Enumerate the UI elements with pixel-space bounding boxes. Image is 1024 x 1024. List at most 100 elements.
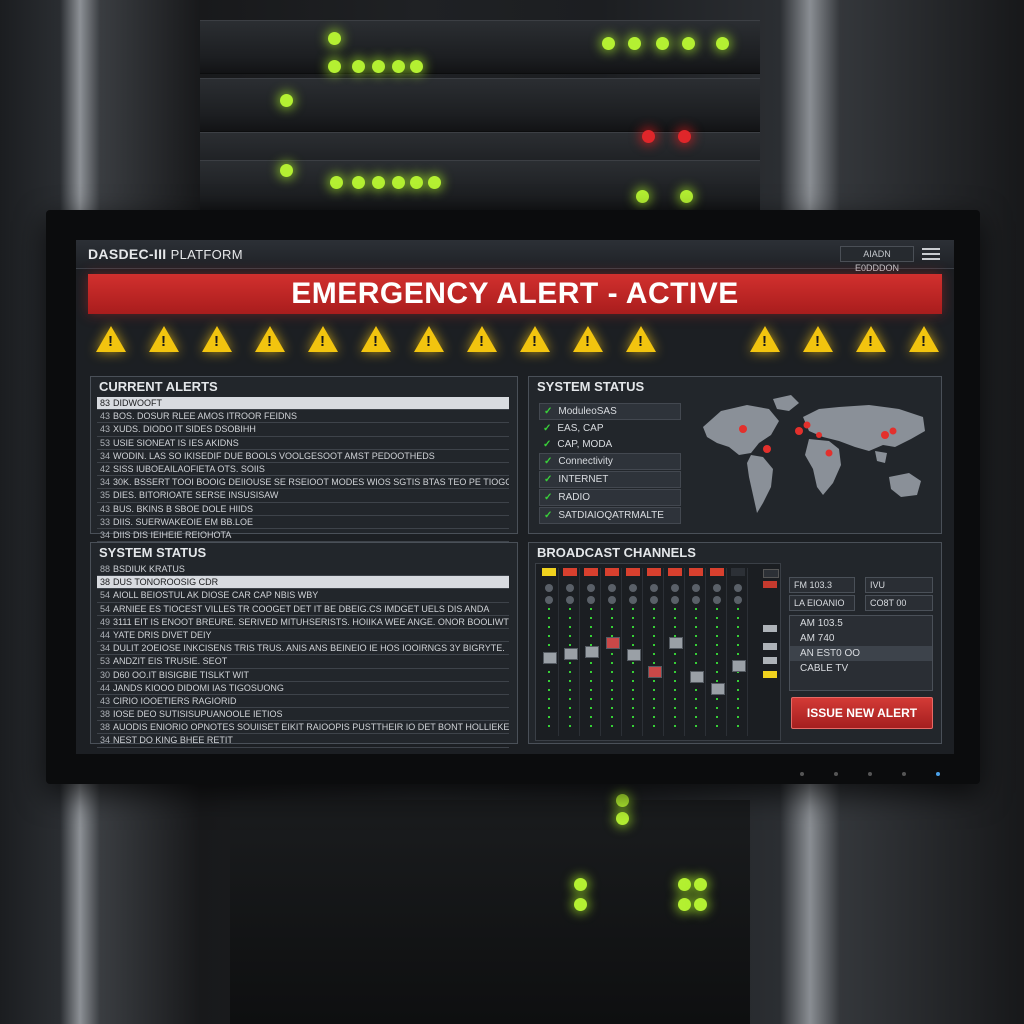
mixer-button[interactable] — [763, 569, 779, 578]
channel-list-item[interactable]: AM 103.5 — [790, 616, 932, 631]
status-led — [352, 60, 365, 73]
audio-mixer — [535, 563, 781, 741]
status-led — [428, 176, 441, 189]
mixer-button[interactable] — [763, 657, 777, 664]
channel-fader[interactable] — [711, 682, 725, 695]
status-led — [628, 37, 641, 50]
knob[interactable] — [692, 596, 700, 604]
mixer-button[interactable] — [763, 643, 777, 650]
table-row[interactable]: 43 XUDS. DIODO IT SIDES DSOBIHH — [97, 423, 509, 437]
issue-new-alert-button[interactable]: ISSUE NEW ALERT — [791, 697, 933, 729]
table-row[interactable]: 54 ARNIEE ES TIOCEST VILLES TR COOGET DET… — [97, 603, 509, 616]
knob[interactable] — [650, 596, 658, 604]
knob[interactable] — [713, 584, 721, 592]
table-row[interactable]: 30 D60 OO.IT BISIGBIE TISLKT WIT — [97, 669, 509, 682]
row-text: D60 OO.IT BISIGBIE TISLKT WIT — [113, 669, 250, 680]
channel-fader[interactable] — [585, 645, 599, 658]
channel-field[interactable]: IVU — [865, 577, 933, 593]
knob[interactable] — [671, 584, 679, 592]
table-row[interactable]: 54 AIOLL BEIOSTUL AK DIOSE CAR CAP NBIS W… — [97, 589, 509, 603]
level-meter — [716, 608, 718, 733]
table-row[interactable]: 34 DIIS DIS IEIHEIE REIOHOTA — [97, 529, 509, 543]
app-title-sub: PLATFORM — [170, 247, 243, 262]
channel-fader[interactable] — [543, 651, 557, 664]
check-icon: ✓ — [544, 456, 553, 467]
table-row[interactable]: 38 AUODIS ENIORIO OPNOTES SOUIISET EIKIT … — [97, 721, 509, 735]
channel-fader[interactable] — [690, 671, 704, 684]
table-row[interactable]: 35 DIES. BITORIOATE SERSE INSUSISAW — [97, 489, 509, 503]
channel-field[interactable]: CO8T 00 — [865, 595, 933, 611]
monitor-button[interactable] — [834, 772, 838, 776]
warning-triangle-icon: ! — [308, 326, 338, 352]
row-text: JANDS KIOOO DIDOMI IAS TIGOSUONG — [113, 682, 284, 693]
monitor-button[interactable] — [800, 772, 804, 776]
account-button[interactable]: AIADN E0DDDON — [840, 246, 914, 273]
table-row[interactable]: 44 JANDS KIOOO DIDOMI IAS TIGOSUONG — [97, 682, 509, 695]
knob[interactable] — [692, 584, 700, 592]
row-text: CIRIO IOOETIERS RAGIORID — [113, 695, 237, 706]
table-row[interactable]: 38 IOSE DEO SUTISISUPUANOOLE IETIOS — [97, 708, 509, 722]
knob[interactable] — [587, 596, 595, 604]
table-row[interactable]: 83 DIDWOOFT — [97, 397, 509, 411]
status-led — [392, 176, 405, 189]
knob[interactable] — [566, 596, 574, 604]
channel-fader[interactable] — [732, 659, 746, 672]
table-row[interactable]: 42 SISS IUBOEAILAOFIETA OTS. SOIIS — [97, 463, 509, 477]
channel-indicator — [626, 568, 640, 576]
table-row[interactable]: 44 YATE DRIS DIVET DEIY — [97, 629, 509, 643]
channel-list-item[interactable]: AN EST0 OO — [790, 646, 932, 661]
monitor-button[interactable] — [868, 772, 872, 776]
channel-fader[interactable] — [648, 665, 662, 678]
knob[interactable] — [734, 596, 742, 604]
table-row[interactable]: 33 DIIS. SUERWAKEOIE EM BB.LOE — [97, 516, 509, 529]
mixer-button[interactable] — [763, 625, 777, 632]
monitor-button[interactable] — [902, 772, 906, 776]
channel-indicator — [668, 568, 682, 576]
knob[interactable] — [545, 596, 553, 604]
channel-list[interactable]: AM 103.5 AM 740 AN EST0 OO CABLE TV — [789, 615, 933, 691]
mixer-button[interactable] — [763, 671, 777, 678]
knob[interactable] — [650, 584, 658, 592]
warning-triangle-icon: ! — [414, 326, 444, 352]
table-row[interactable]: 53 USIE SIONEAT IS IES AKIDNS — [97, 437, 509, 450]
mixer-button[interactable] — [763, 581, 777, 588]
table-row[interactable]: 88 BSDIUK KRATUS — [97, 563, 509, 577]
channel-field[interactable]: FM 103.3 — [789, 577, 855, 593]
table-row[interactable]: 34 WODIN. LAS SO IKISEDIF DUE BOOLS VOOLG… — [97, 450, 509, 463]
channel-list-item[interactable]: AM 740 — [790, 631, 932, 646]
table-row[interactable]: 34 30K. BSSERT TOOI BOOIG DEIIOUSE SE RSE… — [97, 476, 509, 490]
table-row[interactable]: 43 CIRIO IOOETIERS RAGIORID — [97, 695, 509, 709]
status-led — [280, 94, 293, 107]
knob[interactable] — [734, 584, 742, 592]
channel-fader[interactable] — [669, 636, 683, 649]
power-led[interactable] — [936, 772, 940, 776]
table-row[interactable]: 53 ANDZIT EIS TRUSIE. SEOT — [97, 655, 509, 669]
knob[interactable] — [713, 596, 721, 604]
knob[interactable] — [608, 596, 616, 604]
knob[interactable] — [545, 584, 553, 592]
table-row[interactable]: 38 DUS TONOROOSIG CDR — [97, 576, 509, 590]
knob[interactable] — [566, 584, 574, 592]
channel-fader[interactable] — [627, 649, 641, 662]
row-number: 35 — [99, 490, 110, 501]
row-number: 38 — [99, 709, 110, 720]
knob[interactable] — [629, 584, 637, 592]
channel-fader[interactable] — [606, 636, 620, 649]
knob[interactable] — [629, 596, 637, 604]
row-number: 44 — [99, 682, 110, 693]
knob[interactable] — [608, 584, 616, 592]
channel-field[interactable]: LA EIOANIO — [789, 595, 855, 611]
knob[interactable] — [587, 584, 595, 592]
channel-list-item[interactable]: CABLE TV — [790, 661, 932, 676]
table-row[interactable]: 49 3111 EIT IS ENOOT BREURE. SERIVED MITU… — [97, 616, 509, 629]
table-row[interactable]: 34 NEST DO KING BHEE RETIT — [97, 734, 509, 748]
row-text: WODIN. LAS SO IKISEDIF DUE BOOLS VOOLGES… — [113, 450, 435, 461]
table-row[interactable]: 43 BUS. BKINS B SBOE DOLE HIIDS — [97, 503, 509, 516]
channel-fader[interactable] — [564, 648, 578, 661]
table-row[interactable]: 43 BOS. DOSUR RLEE AMOS ITROOR FEIDNS — [97, 410, 509, 424]
table-row[interactable]: 34 DULIT 2OEIOSE INKCISENS TRIS TRUS. ANI… — [97, 642, 509, 656]
status-led — [678, 878, 691, 891]
knob[interactable] — [671, 596, 679, 604]
hamburger-menu-icon[interactable] — [922, 248, 940, 260]
status-item: ✓ SATDIAIOQATRMALTE — [539, 507, 681, 524]
